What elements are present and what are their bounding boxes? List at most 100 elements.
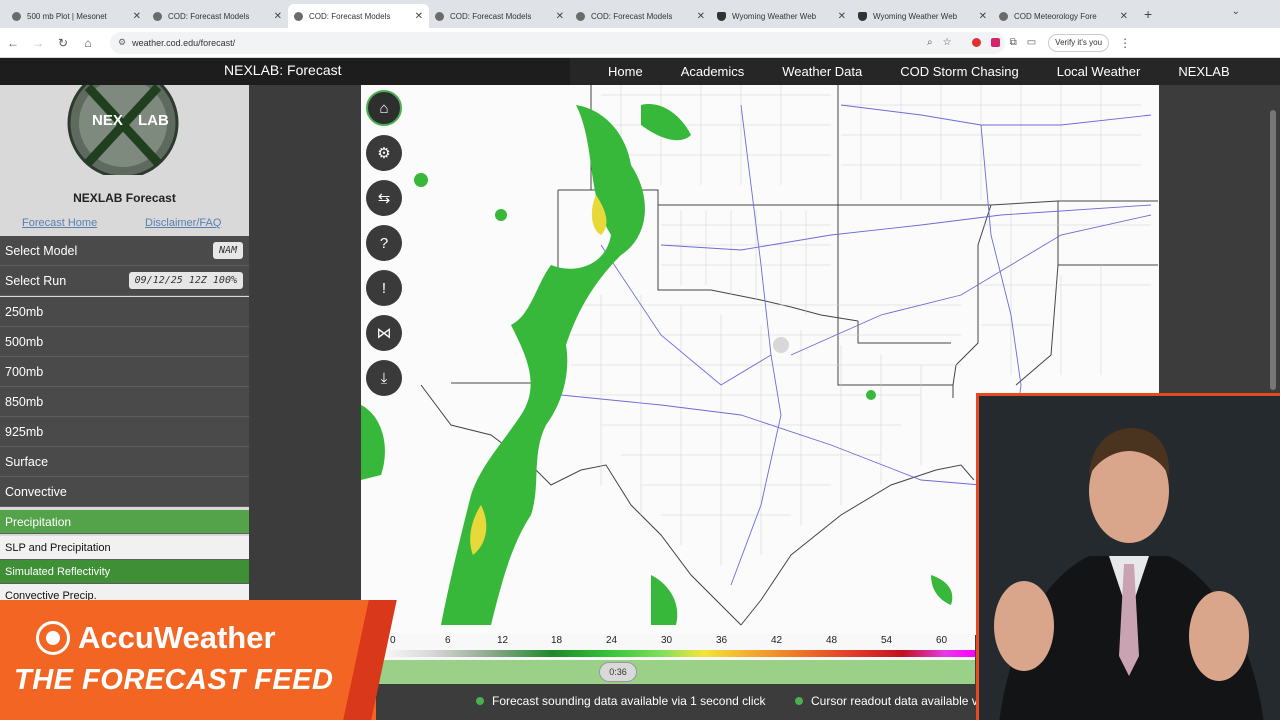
disclaimer-link[interactable]: Disclaimer/FAQ: [145, 217, 221, 229]
close-tab-icon[interactable]: ✕: [838, 11, 846, 22]
browser-tab[interactable]: COD: Forecast Models ✕: [429, 4, 570, 28]
run-select[interactable]: 09/12/25 12Z 100%: [128, 272, 243, 289]
model-select[interactable]: NAM: [212, 242, 243, 259]
home-icon[interactable]: ⌂: [76, 36, 100, 50]
tab-title: COD: Forecast Models: [309, 11, 391, 21]
url-field[interactable]: ⚙ weather.cod.edu/forecast/: [110, 31, 1005, 54]
presenter-video: [976, 393, 1280, 720]
colorbar-tick: 30: [661, 635, 673, 646]
reload-icon[interactable]: ↻: [51, 36, 75, 50]
browser-tab[interactable]: COD: Forecast Models ✕: [570, 4, 711, 28]
forward-icon[interactable]: →: [26, 36, 50, 50]
show-banner: AccuWeather THE FORECAST FEED: [0, 600, 397, 720]
download-icon[interactable]: ⤓: [366, 360, 402, 396]
site-favicon-icon: [435, 11, 444, 21]
nav-nexlab[interactable]: NEXLAB: [1178, 64, 1229, 79]
sidebar-item-500mb[interactable]: 500mb: [0, 327, 249, 357]
close-tab-icon[interactable]: ✕: [979, 11, 987, 22]
location-pin-icon[interactable]: ⌂: [366, 90, 402, 126]
colorbar-tick: 0: [390, 635, 396, 646]
tab-search-icon[interactable]: ⌄: [1232, 6, 1240, 17]
colorbar-tick: 36: [716, 635, 728, 646]
browser-tab[interactable]: COD: Forecast Models ✕: [147, 4, 288, 28]
sidebar-item-850mb[interactable]: 850mb: [0, 387, 249, 417]
sidebar-title: NEXLAB Forecast: [73, 191, 176, 205]
sidebar-item-precipitation[interactable]: Precipitation: [0, 510, 249, 534]
sidebar-item-925mb[interactable]: 925mb: [0, 417, 249, 447]
nexlab-logo[interactable]: NEX LAB: [66, 85, 180, 175]
site-favicon-icon: [294, 11, 303, 21]
site-favicon-icon: [12, 11, 21, 21]
zoom-icon[interactable]: ⌕: [927, 37, 933, 48]
colorbar-legend: 0 6 12 18 24 30 36 42 48 54 60: [361, 634, 975, 660]
colorbar-gradient: [371, 650, 975, 657]
nav-weather-data[interactable]: Weather Data: [782, 64, 862, 79]
nav-academics[interactable]: Academics: [681, 64, 745, 79]
browser-tab[interactable]: COD Meteorology Fore ✕: [993, 4, 1134, 28]
tab-title: COD: Forecast Models: [591, 11, 673, 21]
profile-verify-button[interactable]: Verify it's you: [1048, 33, 1110, 52]
help-icon[interactable]: ?: [366, 225, 402, 261]
menu-kebab-icon[interactable]: ⋮: [1119, 36, 1131, 50]
banner-brand: AccuWeather: [78, 620, 276, 655]
share-icon[interactable]: ⋈: [366, 315, 402, 351]
status-dot-icon: [795, 697, 803, 705]
tab-title: COD: Forecast Models: [168, 11, 250, 21]
browser-tab-active[interactable]: COD: Forecast Models ✕: [288, 4, 429, 28]
nav-local-weather[interactable]: Local Weather: [1057, 64, 1141, 79]
extensions-puzzle-icon[interactable]: ⧉: [1010, 37, 1017, 48]
close-tab-icon[interactable]: ✕: [1120, 11, 1128, 22]
nav-storm-chasing[interactable]: COD Storm Chasing: [900, 64, 1018, 79]
status-cursor-text: Cursor readout data available v: [811, 694, 978, 708]
bookmark-star-icon[interactable]: ☆: [943, 37, 952, 48]
browser-tab[interactable]: Wyoming Weather Web ✕: [711, 4, 852, 28]
screen: { "browser": { "tabs": [ {"title": "500 …: [0, 0, 1280, 720]
site-favicon-icon: [576, 11, 585, 21]
colorbar-tick: 12: [497, 635, 509, 646]
swap-arrows-icon[interactable]: ⇆: [366, 180, 402, 216]
close-tab-icon[interactable]: ✕: [133, 11, 141, 22]
site-favicon-icon: [999, 11, 1008, 21]
site-menu: Home Academics Weather Data COD Storm Ch…: [570, 58, 1280, 85]
site-brand[interactable]: NEXLAB: Forecast: [224, 62, 342, 78]
tab-title: Wyoming Weather Web: [873, 11, 958, 21]
slider-knob[interactable]: 0:36: [599, 662, 637, 682]
close-tab-icon[interactable]: ✕: [556, 11, 564, 22]
colorbar-tick: 42: [771, 635, 783, 646]
browser-tab[interactable]: Wyoming Weather Web ✕: [852, 4, 993, 28]
product-slp-precip[interactable]: SLP and Precipitation: [0, 536, 249, 560]
tab-title: Wyoming Weather Web: [732, 11, 817, 21]
forecast-sidebar: NEX LAB NEXLAB Forecast Forecast Home Di…: [0, 85, 249, 608]
colorbar-tick: 24: [606, 635, 618, 646]
forecast-hour-slider[interactable]: 0:36: [361, 660, 975, 684]
site-header: NEXLAB: Forecast Home Academics Weather …: [0, 58, 1280, 85]
close-tab-icon[interactable]: ✕: [274, 11, 282, 22]
scrollbar[interactable]: [1270, 110, 1276, 390]
product-simulated-reflectivity[interactable]: Simulated Reflectivity: [0, 560, 249, 584]
sidebar-item-700mb[interactable]: 700mb: [0, 357, 249, 387]
forecast-home-link[interactable]: Forecast Home: [22, 217, 97, 229]
select-model-row[interactable]: Select Model NAM: [0, 236, 249, 266]
alert-icon[interactable]: !: [366, 270, 402, 306]
new-tab-icon[interactable]: +: [1144, 6, 1152, 22]
url-text: weather.cod.edu/forecast/: [132, 37, 236, 48]
split-view-icon[interactable]: ▭: [1027, 37, 1036, 48]
sidebar-item-250mb[interactable]: 250mb: [0, 297, 249, 327]
site-info-icon[interactable]: ⚙: [118, 37, 126, 48]
map-toolbar: ⌂ ⚙ ⇆ ? ! ⋈ ⤓: [366, 90, 402, 405]
banner-show-title: THE FORECAST FEED: [14, 664, 334, 696]
nav-home[interactable]: Home: [608, 64, 643, 79]
select-run-row[interactable]: Select Run 09/12/25 12Z 100%: [0, 266, 249, 296]
close-tab-icon[interactable]: ✕: [697, 11, 705, 22]
sidebar-item-convective[interactable]: Convective: [0, 477, 249, 507]
tab-title: 500 mb Plot | Mesonet: [27, 11, 107, 21]
close-tab-icon[interactable]: ✕: [415, 11, 423, 22]
settings-gear-icon[interactable]: ⚙: [366, 135, 402, 171]
back-icon[interactable]: ←: [1, 36, 25, 50]
browser-tab[interactable]: 500 mb Plot | Mesonet ✕: [6, 4, 147, 28]
extension-icon[interactable]: [990, 38, 1000, 47]
sidebar-item-surface[interactable]: Surface: [0, 447, 249, 477]
select-model-label: Select Model: [5, 243, 78, 258]
extension-record-icon[interactable]: [971, 38, 981, 47]
svg-text:NEX: NEX: [92, 112, 123, 129]
